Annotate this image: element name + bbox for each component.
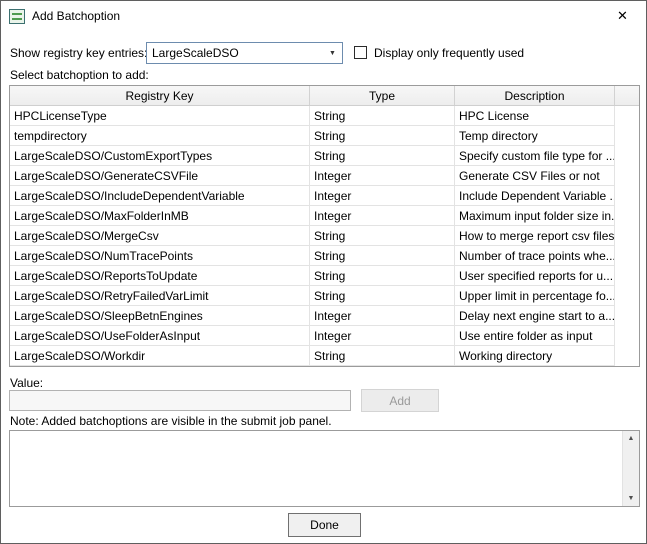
scroll-down-button[interactable]: ▼ (623, 491, 639, 506)
title-bar: Add Batchoption (1, 1, 646, 31)
table-header-row: Registry Key Type Description (10, 86, 639, 106)
window-title: Add Batchoption (32, 9, 121, 23)
cell-type: String (310, 226, 455, 246)
cell-description: Temp directory (455, 126, 615, 146)
table-header-gutter (615, 86, 639, 105)
cell-type: Integer (310, 186, 455, 206)
cell-description: HPC License (455, 106, 615, 126)
cell-gutter (615, 146, 639, 166)
cell-type: Integer (310, 326, 455, 346)
select-batchoption-label: Select batchoption to add: (10, 68, 149, 82)
cell-registry-key: LargeScaleDSO/SleepBetnEngines (10, 306, 310, 326)
cell-description: Maximum input folder size in... (455, 206, 615, 226)
table-row[interactable]: LargeScaleDSO/Workdir String Working direc… (10, 346, 639, 366)
add-button[interactable]: Add (361, 389, 439, 412)
cell-description: Generate CSV Files or not (455, 166, 615, 186)
cell-registry-key: LargeScaleDSO/IncludeDependentVariable (10, 186, 310, 206)
cell-registry-key: LargeScaleDSO/MergeCsv (10, 226, 310, 246)
cell-gutter (615, 206, 639, 226)
chevron-down-icon: ▼ (329, 49, 336, 57)
table-header-registry-key[interactable]: Registry Key (10, 86, 310, 105)
cell-gutter (615, 246, 639, 266)
cell-type: String (310, 146, 455, 166)
table-row[interactable]: LargeScaleDSO/ReportsToUpdate String User … (10, 266, 639, 286)
scroll-up-icon: ▲ (627, 435, 635, 442)
cell-type: String (310, 286, 455, 306)
value-label: Value: (10, 376, 44, 390)
table-row[interactable]: HPCLicenseType String HPC License (10, 106, 639, 126)
cell-registry-key: LargeScaleDSO/GenerateCSVFile (10, 166, 310, 186)
cell-gutter (615, 266, 639, 286)
scroll-down-icon: ▼ (627, 495, 635, 502)
cell-registry-key: LargeScaleDSO/Workdir (10, 346, 310, 366)
cell-gutter (615, 326, 639, 346)
cell-description: Include Dependent Variable ... (455, 186, 615, 206)
table-row[interactable]: LargeScaleDSO/CustomExportTypes String Spe… (10, 146, 639, 166)
value-input[interactable] (9, 390, 351, 411)
cell-gutter (615, 166, 639, 186)
cell-gutter (615, 306, 639, 326)
cell-registry-key: tempdirectory (10, 126, 310, 146)
cell-registry-key: LargeScaleDSO/UseFolderAsInput (10, 326, 310, 346)
cell-description: Working directory (455, 346, 615, 366)
cell-description: Delay next engine start to a... (455, 306, 615, 326)
cell-type: Integer (310, 206, 455, 226)
cell-type: String (310, 126, 455, 146)
cell-description: Use entire folder as input (455, 326, 615, 346)
cell-type: String (310, 346, 455, 366)
table-header-type[interactable]: Type (310, 86, 455, 105)
done-button[interactable]: Done (288, 513, 361, 537)
cell-registry-key: HPCLicenseType (10, 106, 310, 126)
cell-description: User specified reports for u... (455, 266, 615, 286)
cell-registry-key: LargeScaleDSO/CustomExportTypes (10, 146, 310, 166)
add-button-label: Add (389, 393, 411, 408)
vertical-scrollbar[interactable]: ▲ ▼ (622, 431, 639, 506)
cell-registry-key: LargeScaleDSO/RetryFailedVarLimit (10, 286, 310, 306)
cell-gutter (615, 346, 639, 366)
table-row[interactable]: LargeScaleDSO/RetryFailedVarLimit String U… (10, 286, 639, 306)
registry-entries-label: Show registry key entries: (10, 46, 148, 60)
cell-type: Integer (310, 166, 455, 186)
done-button-label: Done (310, 518, 339, 532)
table-row[interactable]: tempdirectory String Temp directory (10, 126, 639, 146)
table-row[interactable]: LargeScaleDSO/NumTracePoints String Number… (10, 246, 639, 266)
batchoption-table: Registry Key Type Description HPCLicense… (9, 85, 640, 367)
table-header-description[interactable]: Description (455, 86, 615, 105)
cell-type: Integer (310, 306, 455, 326)
note-label: Note: Added batchoptions are visible in … (10, 414, 332, 428)
table-row[interactable]: LargeScaleDSO/UseFolderAsInput Integer Use… (10, 326, 639, 346)
cell-gutter (615, 106, 639, 126)
close-button[interactable]: ✕ (600, 2, 645, 30)
table-row[interactable]: LargeScaleDSO/MaxFolderInMB Integer Maximu… (10, 206, 639, 226)
table-row[interactable]: LargeScaleDSO/IncludeDependentVariable In… (10, 186, 639, 206)
frequently-used-checkbox[interactable] (354, 46, 367, 59)
cell-registry-key: LargeScaleDSO/ReportsToUpdate (10, 266, 310, 286)
add-batchoption-dialog: Add Batchoption ✕ Show registry key entr… (0, 0, 647, 544)
cell-gutter (615, 126, 639, 146)
table-row[interactable]: LargeScaleDSO/GenerateCSVFile Integer Gene… (10, 166, 639, 186)
close-icon: ✕ (617, 8, 628, 23)
app-icon (9, 8, 25, 24)
cell-type: String (310, 246, 455, 266)
notes-content (10, 431, 622, 506)
cell-type: String (310, 266, 455, 286)
notes-textarea[interactable]: ▲ ▼ (9, 430, 640, 507)
frequently-used-label: Display only frequently used (374, 46, 525, 60)
cell-gutter (615, 186, 639, 206)
cell-description: How to merge report csv files (455, 226, 615, 246)
registry-entries-select[interactable]: LargeScaleDSO ▼ (146, 42, 343, 64)
scroll-up-button[interactable]: ▲ (623, 431, 639, 446)
cell-registry-key: LargeScaleDSO/MaxFolderInMB (10, 206, 310, 226)
cell-description: Upper limit in percentage fo... (455, 286, 615, 306)
registry-entries-selected-value: LargeScaleDSO (152, 46, 239, 60)
cell-description: Number of trace points whe... (455, 246, 615, 266)
cell-description: Specify custom file type for ... (455, 146, 615, 166)
cell-gutter (615, 226, 639, 246)
cell-type: String (310, 106, 455, 126)
cell-registry-key: LargeScaleDSO/NumTracePoints (10, 246, 310, 266)
table-row[interactable]: LargeScaleDSO/MergeCsv String How to merge… (10, 226, 639, 246)
table-body: HPCLicenseType String HPC License tempdirec… (10, 106, 639, 366)
cell-gutter (615, 286, 639, 306)
table-row[interactable]: LargeScaleDSO/SleepBetnEngines Integer Del… (10, 306, 639, 326)
